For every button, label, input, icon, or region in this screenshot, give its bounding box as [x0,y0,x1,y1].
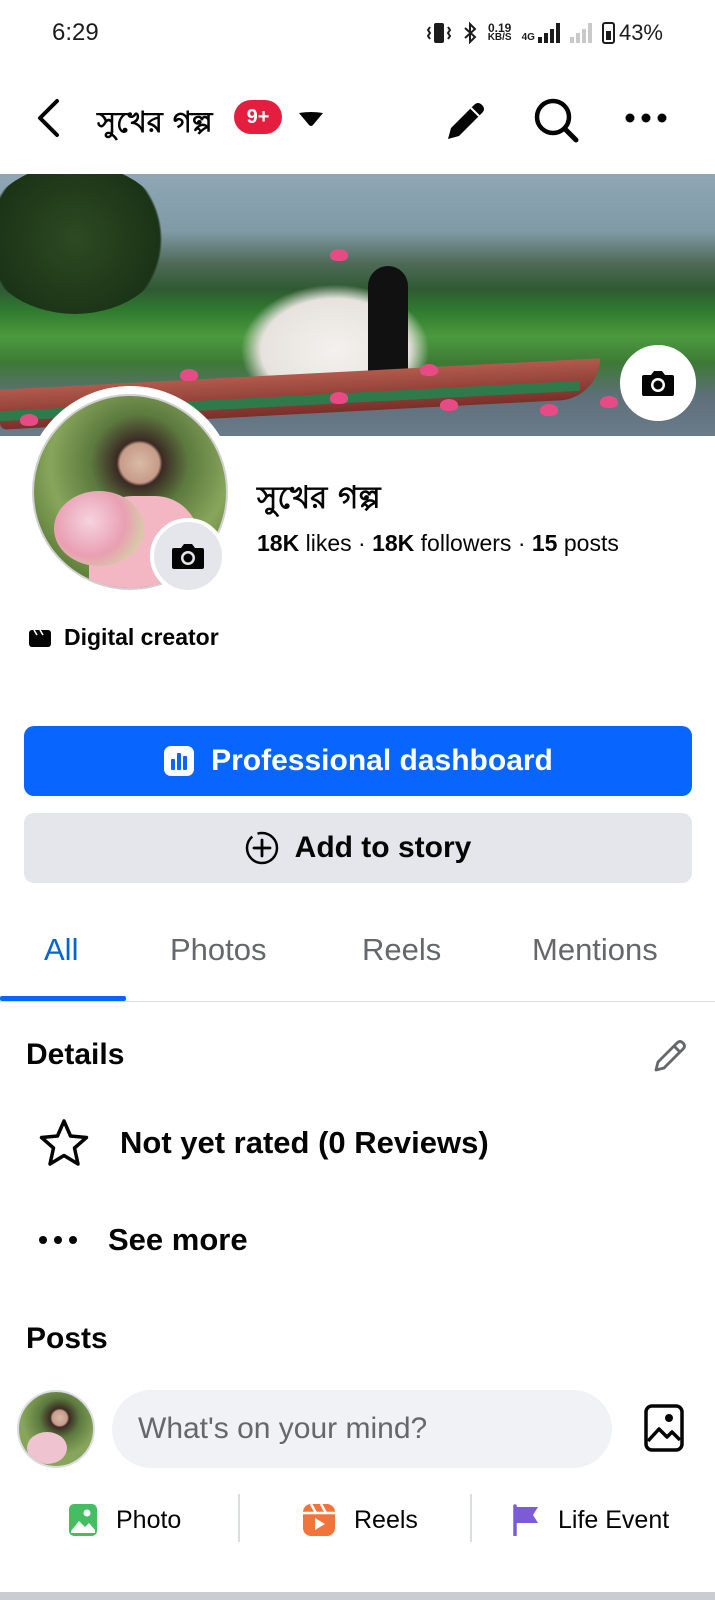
lotus-flower [330,392,348,404]
vibrate-icon [426,23,451,43]
tab-all[interactable]: All [44,932,78,968]
lotus-flower [540,404,558,416]
net-speed-unit: KB/S [487,32,512,43]
likes-label[interactable]: likes [306,530,352,556]
rating-text: Not yet rated (0 Reviews) [120,1125,489,1160]
avatar-bouquet [27,1432,67,1464]
reels-action[interactable]: Reels [302,1492,418,1548]
status-time: 6:29 [52,19,99,46]
reels-action-label: Reels [354,1505,418,1534]
photo-action[interactable]: Photo [68,1492,181,1548]
caret-down-icon [299,112,323,126]
battery-indicator: 43% [601,20,663,46]
signal-bars-icon [537,23,560,43]
posts-label: posts [563,530,619,556]
composer-avatar[interactable] [17,1390,95,1468]
professional-dashboard-label: Professional dashboard [211,744,553,777]
search-icon [534,98,579,143]
lotus-flower [180,369,198,381]
followers-label[interactable]: followers [421,530,512,556]
photo-icon [69,1504,97,1536]
search-button[interactable] [530,94,582,146]
camera-icon [172,544,204,569]
active-tab-indicator [0,996,126,1001]
tab-mentions[interactable]: Mentions [532,932,658,968]
lotus-flower [330,249,348,261]
network-type: 4G [521,32,535,43]
signal-bars-empty-icon [569,23,592,43]
lotus-flower [440,399,458,411]
posts-heading: Posts [26,1322,108,1355]
see-more-row[interactable]: See more [38,1222,248,1258]
page-name: সুখের গল্প [257,480,381,516]
back-button[interactable] [26,94,70,142]
image-icon [644,1404,684,1452]
top-nav: সুখের গল্প 9+ [0,76,715,162]
photo-action-label: Photo [116,1505,182,1534]
more-options-button[interactable] [620,98,672,138]
bluetooth-icon [464,21,477,45]
cover-tree [0,174,170,314]
stats-separator: · [517,530,526,556]
stats-separator: · [358,530,366,556]
page-stats: 18K likes · 18K followers · 15 posts [257,530,619,557]
status-bar: 6:29 0.19 KB/S 4G 43% [0,0,715,66]
star-icon [39,1119,89,1166]
lotus-flower [20,414,38,426]
pencil-outline-icon [654,1040,686,1072]
section-divider [0,1592,715,1600]
tab-reels[interactable]: Reels [362,932,441,968]
page-title: সুখের গল্প [97,105,213,139]
edit-profile-picture-button[interactable] [150,518,226,594]
battery-percent: 43% [618,20,663,45]
composer-input[interactable]: What's on your mind? [112,1390,612,1468]
content-tabs: All Photos Reels Mentions [0,922,715,1002]
see-more-label: See more [108,1222,248,1257]
followers-count: 18K [372,530,415,556]
more-icon [625,113,667,123]
add-to-story-button[interactable]: Add to story [24,813,692,883]
more-icon [39,1236,77,1244]
category-label: Digital creator [64,624,219,650]
edit-cover-photo-button[interactable] [620,345,696,421]
add-photo-button[interactable] [636,1400,692,1456]
lotus-flower [600,396,618,408]
battery-icon [601,22,615,44]
status-icons: 0.19 KB/S 4G 43% [426,20,663,46]
details-heading: Details [26,1038,125,1071]
rating-row[interactable]: Not yet rated (0 Reviews) [38,1118,489,1168]
composer-actions: Photo Reels Life Event [0,1492,715,1548]
clapper-icon [29,629,51,647]
lotus-flower [420,364,438,376]
edit-button[interactable] [440,94,492,146]
add-to-story-label: Add to story [294,831,472,864]
reels-icon [303,1503,335,1536]
pencil-icon [448,103,484,139]
back-arrow-icon [38,99,59,137]
page-category: Digital creator [28,624,219,651]
dashboard-chart-icon [164,746,195,776]
posts-count: 15 [531,530,558,556]
net-speed: 0.19 KB/S [487,22,512,43]
tab-photos[interactable]: Photos [170,932,267,968]
action-divider [470,1494,472,1542]
signal-4g: 4G [522,23,560,43]
flag-icon [513,1504,538,1536]
switch-profile-dropdown[interactable] [294,102,328,136]
likes-count: 18K [257,530,300,556]
notification-badge[interactable]: 9+ [234,100,282,134]
life-event-action[interactable]: Life Event [512,1492,669,1548]
life-event-action-label: Life Event [558,1505,670,1534]
composer-placeholder: What's on your mind? [138,1412,428,1445]
avatar-bouquet [54,491,144,566]
camera-icon [642,371,674,396]
professional-dashboard-button[interactable]: Professional dashboard [24,726,692,796]
action-divider [238,1494,240,1542]
edit-details-button[interactable] [648,1032,692,1076]
add-circle-icon [245,831,278,865]
